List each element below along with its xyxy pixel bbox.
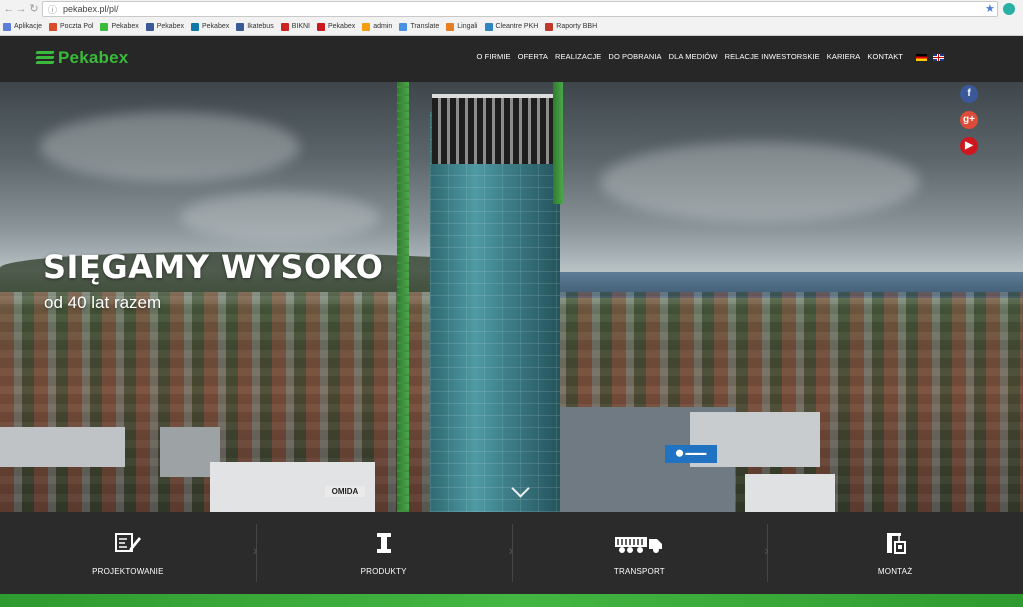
bookmarks-bar: Aplikacje Poczta Pol Pekabex Pekabex Pekabex… xyxy=(0,19,1023,34)
building-sign-text: OMIDA xyxy=(325,486,365,497)
browser-chrome: ← → ↻ ⓘ pekabex.pl/pl/ ★ Aplikacje Poczta… xyxy=(0,0,1023,36)
forward-icon[interactable]: → xyxy=(14,2,28,16)
bookmark-label: Poczta Pol xyxy=(60,23,94,30)
bookmark-item[interactable]: Pekabex xyxy=(190,22,230,31)
hero-banner: ⬤ ▬▬▬ OMIDA SIĘGAMY WYSOKO od 40 lat raz… xyxy=(0,82,1023,512)
language-switcher xyxy=(916,54,944,61)
glass-tower xyxy=(430,112,560,512)
bookmark-favicon-icon xyxy=(317,22,325,31)
bookmark-item[interactable]: Pekabex xyxy=(100,22,139,31)
address-bar[interactable]: ⓘ pekabex.pl/pl/ xyxy=(42,1,998,17)
bookmark-favicon-icon xyxy=(362,22,371,31)
bookmark-item[interactable]: Aplikacje xyxy=(3,22,43,31)
pekabex-logo[interactable]: Pekabex xyxy=(35,47,129,69)
main-menu: O FIRMIE OFERTA REALIZACJE DO POBRANIA DLA M… xyxy=(477,52,903,61)
tower-top xyxy=(432,94,554,164)
service-transport[interactable]: TRANSPORT xyxy=(509,512,768,594)
hero-subtitle: od 40 lat razem xyxy=(44,293,162,312)
menu-item[interactable]: O FIRMIE xyxy=(477,52,511,61)
service-label: MONTAŻ xyxy=(877,566,913,576)
beam-icon xyxy=(376,532,391,553)
browser-toolbar: ← → ↻ ⓘ pekabex.pl/pl/ ★ xyxy=(0,0,1023,18)
service-label: PRODUKTY xyxy=(360,566,407,576)
bookmark-label: admin xyxy=(373,23,393,30)
services-bar: PROJEKTOWANIE PRODUKTY TRANSPORT MONTAŻ xyxy=(0,512,1023,594)
bookmark-label: Raporty BBH xyxy=(556,23,598,30)
bookmark-label: Lingali xyxy=(457,23,478,30)
bookmark-item[interactable]: Pekabex xyxy=(317,22,356,31)
bookmark-item[interactable]: admin xyxy=(362,22,393,31)
cloud-shape xyxy=(40,112,300,182)
bookmark-favicon-icon xyxy=(399,22,408,31)
bookmark-label: BIKNI xyxy=(291,23,310,30)
building-shape xyxy=(0,427,125,467)
service-label: PROJEKTOWANIE xyxy=(92,566,164,576)
logo-text: Pekabex xyxy=(58,48,129,67)
bookmark-label: Aplikacje xyxy=(14,23,43,30)
menu-item[interactable]: REALIZACJE xyxy=(555,52,601,61)
design-icon xyxy=(114,532,141,552)
youtube-icon[interactable]: ▶ xyxy=(960,137,978,155)
bookmark-item[interactable]: BIKNI xyxy=(280,22,310,31)
bookmark-favicon-icon xyxy=(145,22,154,31)
cloud-shape xyxy=(600,142,920,222)
service-label: TRANSPORT xyxy=(613,566,665,576)
logo-mark-icon xyxy=(35,51,55,65)
bookmark-item[interactable]: Translate xyxy=(399,22,440,31)
bookmark-label: Pekabex xyxy=(111,23,139,30)
menu-item[interactable]: OFERTA xyxy=(518,52,548,61)
hero-title: SIĘGAMY WYSOKO xyxy=(43,248,384,286)
service-projektowanie[interactable]: PROJEKTOWANIE xyxy=(0,512,256,594)
footer-green-strip xyxy=(0,594,1023,607)
page-info-icon[interactable]: ⓘ xyxy=(48,3,57,17)
cloud-shape xyxy=(180,192,380,242)
bookmark-item[interactable]: Cleantre PKH xyxy=(484,22,539,31)
bookmark-label: Pekabex xyxy=(156,23,184,30)
crane-mast xyxy=(553,82,563,204)
bookmark-item[interactable]: Poczta Pol xyxy=(49,22,94,31)
bookmark-item[interactable]: Ikatebus xyxy=(236,22,274,31)
bookmark-favicon-icon xyxy=(236,22,245,31)
google-plus-icon[interactable]: g+ xyxy=(960,111,978,129)
bookmark-item[interactable]: Lingali xyxy=(446,22,478,31)
bookmark-star-icon[interactable]: ★ xyxy=(985,3,995,15)
bookmark-favicon-icon xyxy=(3,22,11,31)
bookmark-label: Ikatebus xyxy=(247,23,274,30)
bookmark-favicon-icon xyxy=(545,22,554,31)
service-produkty[interactable]: PRODUKTY xyxy=(253,512,512,594)
building-sign: ⬤ ▬▬▬ xyxy=(665,445,717,463)
reload-icon[interactable]: ↻ xyxy=(27,2,41,16)
bookmark-item[interactable]: Raporty BBH xyxy=(545,22,598,31)
scroll-down-chevron-icon[interactable] xyxy=(510,482,530,496)
truck-icon xyxy=(615,536,663,553)
menu-item[interactable]: KONTAKT xyxy=(867,52,903,61)
bookmark-favicon-icon xyxy=(49,22,58,31)
menu-item[interactable]: DLA MEDIÓW xyxy=(669,52,718,61)
flag-de-icon[interactable] xyxy=(916,54,927,61)
bookmark-label: Pekabex xyxy=(201,23,230,30)
menu-item[interactable]: RELACJE INWESTORSKIE xyxy=(725,52,820,61)
bookmark-favicon-icon xyxy=(280,22,289,31)
facebook-icon[interactable]: f xyxy=(960,85,978,103)
building-shape xyxy=(745,474,835,512)
address-text: pekabex.pl/pl/ xyxy=(63,4,119,14)
bookmark-favicon-icon xyxy=(100,22,109,31)
crane-icon xyxy=(887,532,907,554)
menu-item[interactable]: DO POBRANIA xyxy=(608,52,661,61)
flag-en-icon[interactable] xyxy=(933,54,944,61)
crane-mast xyxy=(397,82,409,512)
bookmark-item[interactable]: Pekabex xyxy=(145,22,184,31)
bookmark-label: Translate xyxy=(410,23,440,30)
bookmark-label: Pekabex xyxy=(328,23,356,30)
menu-item[interactable]: KARIERA xyxy=(827,52,861,61)
bookmark-favicon-icon xyxy=(190,22,199,31)
extension-icon[interactable] xyxy=(1003,3,1015,15)
bookmark-label: Cleantre PKH xyxy=(495,23,539,30)
bookmark-favicon-icon xyxy=(484,22,493,31)
site-header: Pekabex O FIRMIE OFERTA REALIZACJE DO POBRA… xyxy=(0,36,1023,82)
service-montaz[interactable]: MONTAŻ xyxy=(764,512,1023,594)
bookmark-favicon-icon xyxy=(446,22,455,31)
